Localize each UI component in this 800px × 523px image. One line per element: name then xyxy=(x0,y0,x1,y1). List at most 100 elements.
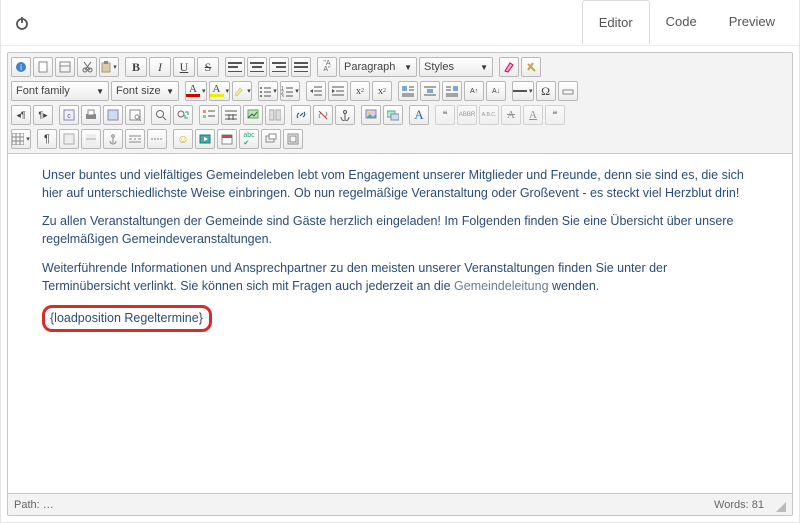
editor-panel: i B I U S "AA" Para xyxy=(1,46,799,522)
ltr-button[interactable]: ◂¶ xyxy=(11,105,31,125)
acronym-button[interactable]: A.B.C. xyxy=(479,105,499,125)
float-right-icon[interactable] xyxy=(442,81,462,101)
resize-handle-icon[interactable] xyxy=(772,498,786,512)
styles-popup-icon[interactable]: "AA" xyxy=(317,57,337,77)
anchor-button[interactable] xyxy=(335,105,355,125)
paragraph-2[interactable]: Zu allen Veranstaltungen der Gemeinde si… xyxy=(42,212,758,248)
float-left-icon[interactable] xyxy=(398,81,418,101)
media-button[interactable] xyxy=(195,129,215,149)
window-topbar: Editor Code Preview xyxy=(1,0,799,46)
replace-button[interactable] xyxy=(173,105,193,125)
toolbar-row-4: ¶ ☺ abc✔ xyxy=(10,127,790,151)
image-button[interactable] xyxy=(361,105,381,125)
editor-window: Editor Code Preview i B I U S xyxy=(0,0,800,523)
date-button[interactable] xyxy=(217,129,237,149)
ins-button[interactable]: A xyxy=(523,105,543,125)
tool-a-icon[interactable] xyxy=(59,129,79,149)
layer-button[interactable] xyxy=(261,129,281,149)
align-right-button[interactable] xyxy=(269,57,289,77)
underline-button[interactable]: U xyxy=(173,57,195,77)
fullscreen-button[interactable] xyxy=(103,105,123,125)
text-style-button[interactable]: A xyxy=(409,105,429,125)
tool-b-icon[interactable] xyxy=(81,129,101,149)
find-button[interactable] xyxy=(151,105,171,125)
blockquote-close-icon[interactable]: ❝ xyxy=(545,105,565,125)
status-bar: Path: … Words: 81 xyxy=(8,493,792,515)
toolbar-row-3: ◂¶ ¶▸ c xyxy=(10,103,790,127)
spellcheck-button[interactable]: abc✔ xyxy=(239,129,259,149)
paste-icon[interactable] xyxy=(99,57,119,77)
paragraph-1[interactable]: Unser buntes und vielfältiges Gemeindele… xyxy=(42,166,758,202)
link-button[interactable] xyxy=(291,105,311,125)
sup-button[interactable]: x2 xyxy=(350,81,370,101)
media-manager-button[interactable] xyxy=(383,105,403,125)
columns-icon[interactable] xyxy=(265,105,285,125)
shortcode-line[interactable]: {loadposition Regeltermine} xyxy=(42,305,758,332)
list-gallery-icon[interactable] xyxy=(199,105,219,125)
nbsp-button[interactable] xyxy=(558,81,578,101)
strikethrough-button[interactable]: S xyxy=(197,57,219,77)
abbr-button[interactable]: ABBR xyxy=(457,105,477,125)
info-icon[interactable]: i xyxy=(11,57,31,77)
templates-icon[interactable] xyxy=(55,57,75,77)
source-button[interactable]: c xyxy=(59,105,79,125)
iframe-button[interactable] xyxy=(283,129,303,149)
unlink-button[interactable] xyxy=(313,105,333,125)
bold-button[interactable]: B xyxy=(125,57,147,77)
font-family-select[interactable]: Font family▼ xyxy=(11,81,109,101)
styles-select[interactable]: Styles▼ xyxy=(419,57,493,77)
charmap-button[interactable]: Ω xyxy=(536,81,556,101)
paragraph-3[interactable]: Weiterführende Informationen und Ansprec… xyxy=(42,259,758,295)
word-count: Words: 81 xyxy=(714,499,764,511)
align-justify-button[interactable] xyxy=(291,57,311,77)
preview-button[interactable] xyxy=(125,105,145,125)
align-center-button[interactable] xyxy=(247,57,267,77)
cut-icon[interactable] xyxy=(77,57,97,77)
editor-canvas[interactable]: Unser buntes und vielfältiges Gemeindele… xyxy=(8,154,792,493)
sub-button[interactable]: x2 xyxy=(372,81,392,101)
gemeindeleitung-link[interactable]: Gemeindeleitung xyxy=(454,279,549,293)
outdent-button[interactable] xyxy=(306,81,326,101)
tab-code[interactable]: Code xyxy=(650,0,713,45)
ul-button[interactable] xyxy=(258,81,278,101)
tinymce-chrome: i B I U S "AA" Para xyxy=(7,52,793,516)
font-size-select[interactable]: Font size▼ xyxy=(111,81,179,101)
float-none-icon[interactable] xyxy=(420,81,440,101)
readmore-icon[interactable] xyxy=(147,129,167,149)
case-upper-icon[interactable]: A↑ xyxy=(464,81,484,101)
blockquote-open-icon[interactable]: ❝ xyxy=(435,105,455,125)
table-split-icon[interactable] xyxy=(221,105,241,125)
table-button[interactable] xyxy=(11,129,31,149)
toolbars: i B I U S "AA" Para xyxy=(8,53,792,154)
anchor2-icon[interactable] xyxy=(103,129,123,149)
backcolor-button[interactable]: A xyxy=(209,81,231,101)
toolbar-row-1: i B I U S "AA" Para xyxy=(10,55,790,79)
forecolor-button[interactable]: A xyxy=(185,81,207,101)
del-button[interactable]: A xyxy=(501,105,521,125)
case-lower-icon[interactable]: A↓ xyxy=(486,81,506,101)
toolbar-row-2: Font family▼ Font size▼ A A 123 x2 x2 xyxy=(10,79,790,103)
print-button[interactable] xyxy=(81,105,101,125)
tab-editor[interactable]: Editor xyxy=(582,0,650,45)
svg-text:c: c xyxy=(67,113,71,120)
clear-formatting-icon[interactable] xyxy=(499,57,519,77)
emoticons-button[interactable]: ☺ xyxy=(173,129,193,149)
italic-button[interactable]: I xyxy=(149,57,171,77)
hr-button[interactable] xyxy=(512,81,534,101)
power-icon[interactable] xyxy=(9,10,35,36)
pagebreak-icon[interactable] xyxy=(125,129,145,149)
show-blocks-button[interactable]: ¶ xyxy=(37,129,57,149)
highlight-button[interactable] xyxy=(232,81,252,101)
new-doc-icon[interactable] xyxy=(33,57,53,77)
rtl-button[interactable]: ¶▸ xyxy=(33,105,53,125)
tab-preview[interactable]: Preview xyxy=(713,0,791,45)
paragraph-3b: wenden. xyxy=(549,279,600,293)
indent-button[interactable] xyxy=(328,81,348,101)
svg-text:3: 3 xyxy=(281,94,284,97)
image2-icon[interactable] xyxy=(243,105,263,125)
paragraph-select[interactable]: Paragraph▼ xyxy=(339,57,417,77)
loadposition-shortcode: {loadposition Regeltermine} xyxy=(42,305,212,332)
ol-button[interactable]: 123 xyxy=(280,81,300,101)
align-left-button[interactable] xyxy=(225,57,245,77)
clear-formatting2-icon[interactable] xyxy=(521,57,541,77)
